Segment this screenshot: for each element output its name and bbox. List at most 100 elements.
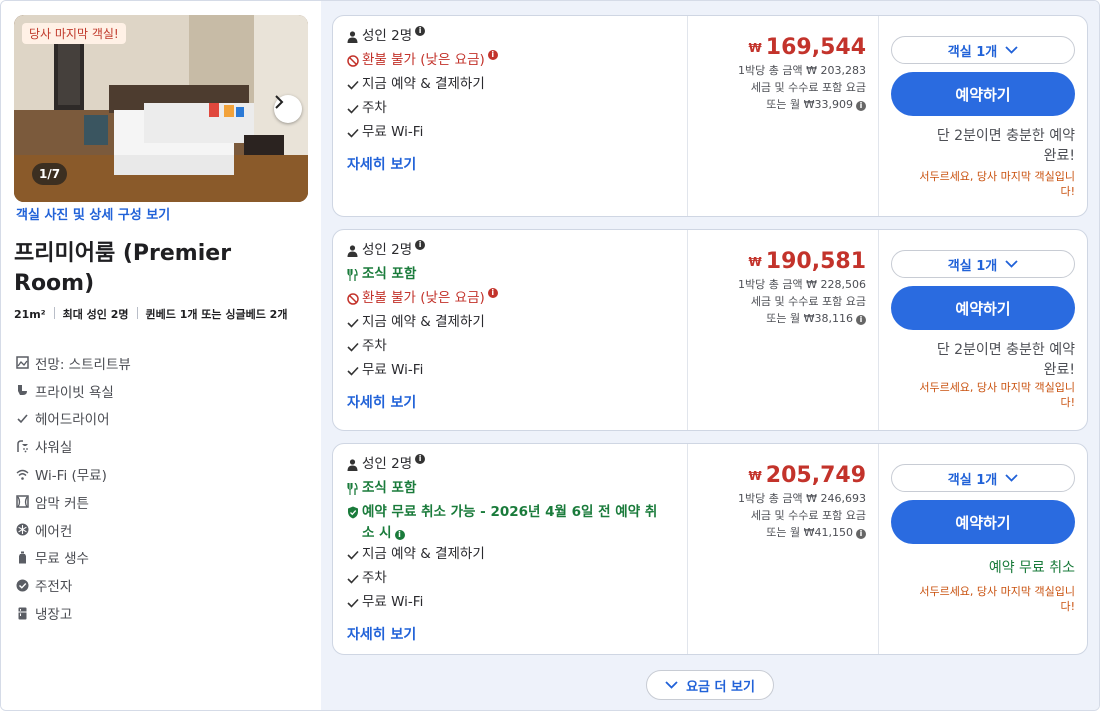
room-photo[interactable]: 당사 마지막 객실! 1/7 — [14, 15, 308, 202]
book-button[interactable]: 예약하기 — [891, 72, 1075, 116]
info-icon[interactable]: i — [487, 288, 498, 298]
amenity-item: 주전자 — [16, 571, 306, 599]
rate-card: 성인 2명 i 조식 포함 환불 불가 (낮은 요금) i 지금 예약 & 결제하기… — [332, 229, 1088, 431]
price-block: ₩205,749 1박당 총 금액 ₩ 246,693 세금 및 수수료 포함 … — [688, 462, 866, 541]
book-button[interactable]: 예약하기 — [891, 500, 1075, 544]
check-icon — [346, 122, 359, 143]
guests-row: 성인 2명 i — [346, 26, 676, 50]
policy-row: 예약 무료 취소 가능 - 2026년 4월 6일 전 예약 취소 시i — [346, 502, 676, 544]
info-icon[interactable]: i — [856, 529, 866, 539]
amenity-item: 프라이빗 욕실 — [16, 377, 306, 405]
rate-features: 성인 2명 i 조식 포함 예약 무료 취소 가능 - 2026년 4월 6일 전… — [346, 454, 676, 616]
guests-row: 성인 2명 i — [346, 454, 676, 478]
view-icon — [16, 356, 29, 370]
booking-block: 객실 1개 예약하기 단 2분이면 충분한 예약 완료! 서두르세요, 당사 마… — [891, 36, 1075, 199]
check-icon — [346, 336, 359, 357]
person-icon — [346, 26, 359, 47]
toilet-icon — [16, 384, 29, 397]
snowflake-icon — [16, 523, 29, 536]
chevron-down-icon — [1005, 260, 1018, 268]
pay-row: 지금 예약 & 결제하기 — [346, 74, 676, 98]
room-count-select[interactable]: 객실 1개 — [891, 464, 1075, 492]
promo-text: 예약 무료 취소 — [988, 560, 1075, 576]
details-link[interactable]: 자세히 보기 — [347, 624, 416, 644]
book-button[interactable]: 예약하기 — [891, 286, 1075, 330]
kettle-icon — [16, 579, 29, 592]
parking-row: 주차 — [346, 568, 676, 592]
nightly-total: 1박당 총 금액 ₩ 203,283 — [738, 64, 866, 77]
room-count-select[interactable]: 객실 1개 — [891, 250, 1075, 278]
breakfast-row: 조식 포함 — [346, 478, 676, 502]
monthly-price: 또는 월 ₩38,116 i — [688, 310, 866, 327]
amenity-item: 에어컨 — [16, 516, 306, 544]
check-icon — [346, 544, 359, 565]
bottle-icon — [16, 551, 29, 564]
room-occupancy: 최대 성인 2명 — [62, 308, 129, 321]
check-icon — [346, 312, 359, 333]
price: ₩169,544 — [748, 35, 866, 60]
person-icon — [346, 240, 359, 261]
info-icon[interactable]: i — [394, 530, 405, 540]
no-refund-icon — [346, 288, 359, 309]
wifi-row: 무료 Wi-Fi — [346, 360, 676, 384]
amenity-item: 헤어드라이어 — [16, 405, 306, 433]
next-photo-button[interactable] — [274, 95, 302, 123]
amenity-item: 샤워실 — [16, 432, 306, 460]
policy-row: 환불 불가 (낮은 요금) i — [346, 50, 676, 74]
room-count-select[interactable]: 객실 1개 — [891, 36, 1075, 64]
shower-icon — [16, 440, 29, 453]
guests-row: 성인 2명 i — [346, 240, 676, 264]
rate-card: 성인 2명 i 조식 포함 예약 무료 취소 가능 - 2026년 4월 6일 전… — [332, 443, 1088, 655]
shield-check-icon — [346, 502, 359, 523]
policy-row: 환불 불가 (낮은 요금) i — [346, 288, 676, 312]
info-icon[interactable]: i — [415, 454, 426, 464]
monthly-price: 또는 월 ₩41,150 i — [688, 524, 866, 541]
info-icon[interactable]: i — [856, 315, 866, 325]
promo-text: 단 2분이면 충분한 예약 완료! — [936, 342, 1075, 378]
info-icon[interactable]: i — [415, 26, 426, 36]
price-block: ₩190,581 1박당 총 금액 ₩ 228,506 세금 및 수수료 포함 … — [688, 248, 866, 327]
fridge-icon — [16, 607, 29, 620]
room-specs: 21m² 최대 성인 2명 퀸베드 1개 또는 싱글베드 2개 — [14, 306, 314, 323]
info-icon[interactable]: i — [487, 50, 498, 60]
check-icon — [346, 360, 359, 381]
wifi-row: 무료 Wi-Fi — [346, 592, 676, 616]
price: ₩205,749 — [748, 463, 866, 488]
room-info-column: 당사 마지막 객실! 1/7 객실 사진 및 상세 구성 보기 프리미어룸 (P… — [1, 1, 321, 710]
rate-features: 성인 2명 i 조식 포함 환불 불가 (낮은 요금) i 지금 예약 & 결제하기… — [346, 240, 676, 384]
check-icon — [346, 98, 359, 119]
check-icon — [16, 412, 29, 425]
room-photos-link[interactable]: 객실 사진 및 상세 구성 보기 — [16, 204, 170, 223]
wifi-icon — [16, 468, 29, 481]
check-icon — [346, 568, 359, 589]
more-rates-button[interactable]: 요금 더 보기 — [646, 670, 774, 700]
wifi-row: 무료 Wi-Fi — [346, 122, 676, 146]
rate-card: 성인 2명 i 환불 불가 (낮은 요금) i 지금 예약 & 결제하기 주차 무료… — [332, 15, 1088, 217]
urgency-text: 서두르세요, 당사 마지막 객실입니 다! — [919, 381, 1075, 409]
urgency-text: 서두르세요, 당사 마지막 객실입니 다! — [919, 170, 1075, 198]
tax-note: 세금 및 수수료 포함 요금 — [750, 509, 866, 522]
info-icon[interactable]: i — [856, 101, 866, 111]
tax-note: 세금 및 수수료 포함 요금 — [750, 295, 866, 308]
booking-block: 객실 1개 예약하기 예약 무료 취소 서두르세요, 당사 마지막 객실입니 다… — [891, 464, 1075, 614]
price: ₩190,581 — [748, 249, 866, 274]
parking-row: 주차 — [346, 336, 676, 360]
cutlery-icon — [346, 264, 359, 285]
photo-counter: 1/7 — [32, 163, 68, 185]
amenity-item: Wi-Fi (무료) — [16, 460, 306, 488]
info-icon[interactable]: i — [415, 240, 426, 250]
chevron-down-icon — [1005, 46, 1018, 54]
details-link[interactable]: 자세히 보기 — [347, 392, 416, 412]
amenity-item: 암막 커튼 — [16, 488, 306, 516]
chevron-down-icon — [1005, 474, 1018, 482]
amenity-item: 냉장고 — [16, 599, 306, 627]
urgency-text: 서두르세요, 당사 마지막 객실입니 다! — [919, 585, 1075, 613]
details-link[interactable]: 자세히 보기 — [347, 154, 416, 174]
promo-text: 단 2분이면 충분한 예약 완료! — [936, 128, 1075, 164]
booking-block: 객실 1개 예약하기 단 2분이면 충분한 예약 완료! 서두르세요, 당사 마… — [891, 250, 1075, 410]
price-block: ₩169,544 1박당 총 금액 ₩ 203,283 세금 및 수수료 포함 … — [688, 34, 866, 113]
nightly-total: 1박당 총 금액 ₩ 246,693 — [738, 492, 866, 505]
check-icon — [346, 592, 359, 613]
nightly-total: 1박당 총 금액 ₩ 228,506 — [738, 278, 866, 291]
cutlery-icon — [346, 478, 359, 499]
